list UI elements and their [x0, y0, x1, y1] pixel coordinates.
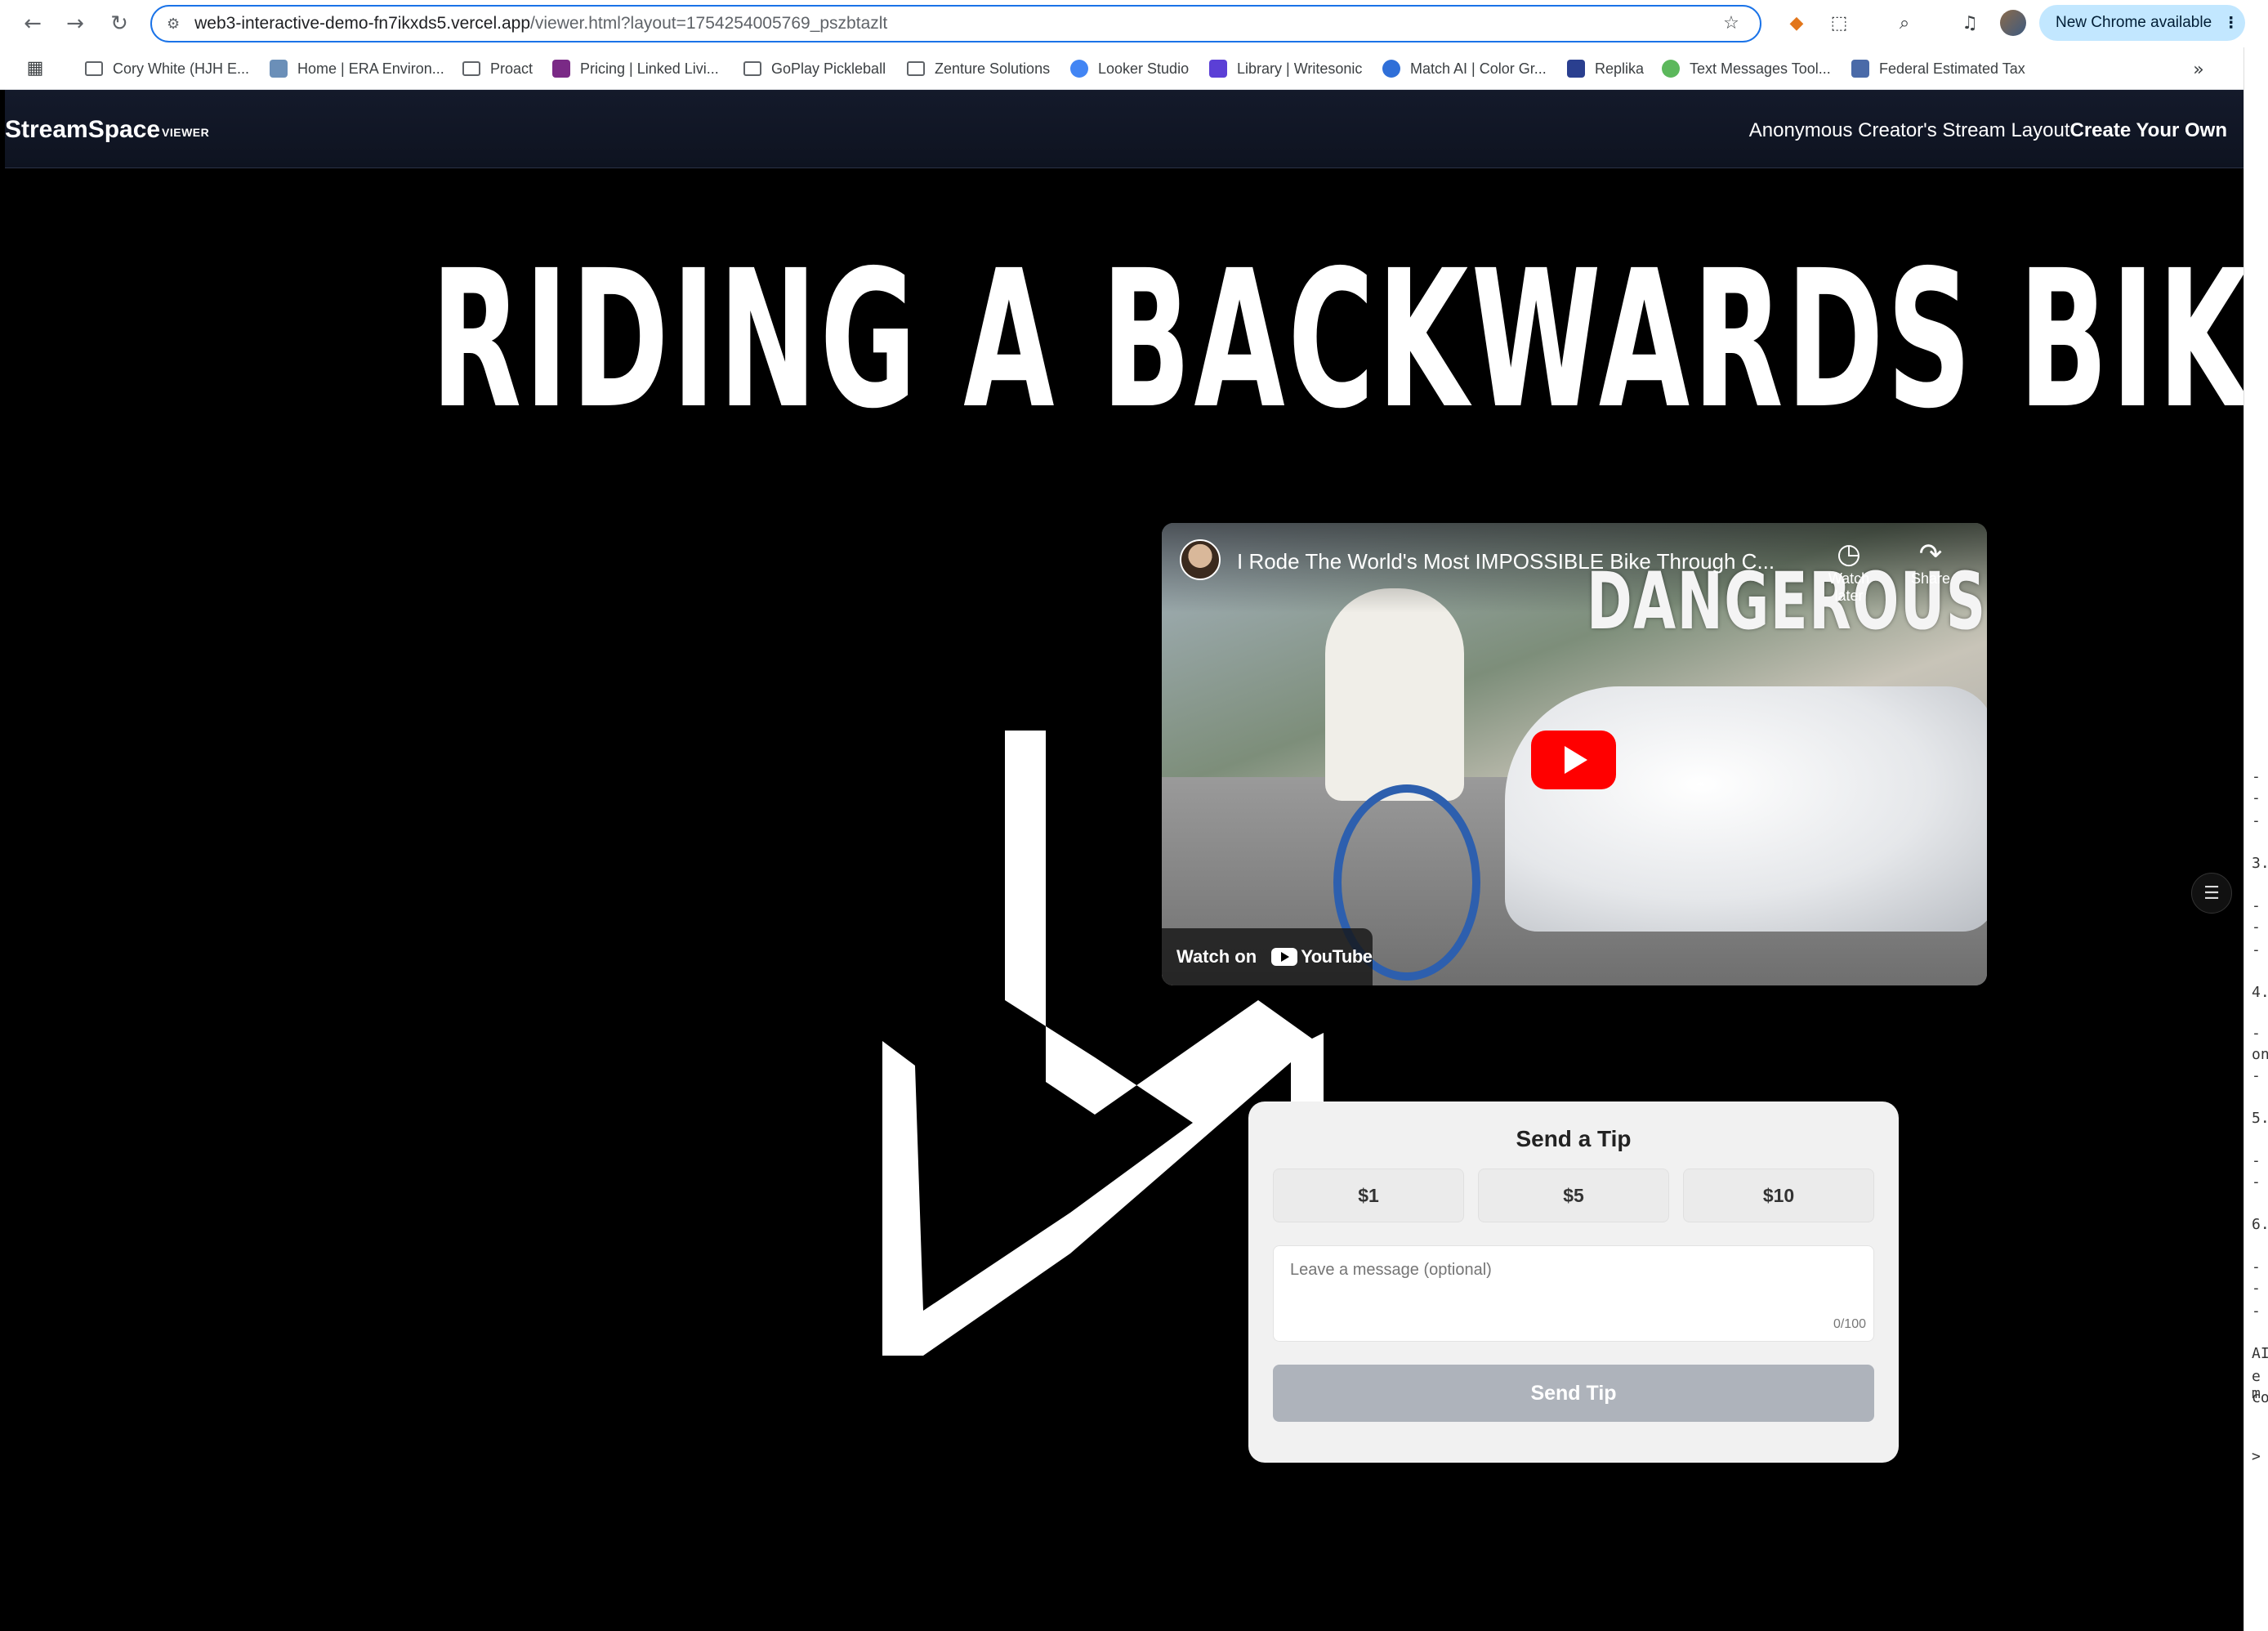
video-title[interactable]: I Rode The World's Most IMPOSSIBLE Bike … — [1237, 549, 1775, 574]
tip-message-input[interactable] — [1273, 1245, 1874, 1342]
side-panel-glyph: - — [2252, 812, 2261, 829]
brand-logo[interactable]: StreamSpace — [5, 116, 160, 144]
folder-icon — [907, 61, 925, 76]
kebab-menu-icon[interactable]: ⋮ — [2223, 14, 2239, 32]
video-thumbnail-car — [1505, 686, 1987, 932]
matchai-favicon — [1382, 60, 1400, 78]
bookmark-item[interactable]: Zenture Solutions — [907, 54, 1050, 83]
youtube-logo: YouTube — [1271, 946, 1373, 967]
reload-icon[interactable]: ↻ — [103, 7, 136, 40]
side-panel-glyph: > — [2252, 1448, 2261, 1465]
more-bookmarks-icon[interactable]: » — [2183, 54, 2214, 85]
watch-on-label: Watch on — [1176, 946, 1257, 967]
play-icon — [1565, 746, 1587, 774]
bookmark-item[interactable]: Replika — [1567, 54, 1644, 83]
url-host: web3-interactive-demo-fn7ikxds5.vercel.a… — [194, 14, 531, 33]
browser-toolbar: ← → ↻ ⚙ web3-interactive-demo-fn7ikxds5.… — [0, 0, 2268, 47]
chrome-update-label: New Chrome available — [2056, 14, 2212, 31]
bookmark-item[interactable]: Home | ERA Environ... — [270, 54, 444, 83]
bookmark-item[interactable]: Match AI | Color Gr... — [1382, 54, 1547, 83]
tip-amount-10-button[interactable]: $10 — [1683, 1169, 1874, 1222]
extensions-puzzle-icon[interactable]: ⬚ — [1824, 7, 1855, 38]
video-thumbnail-rider — [1325, 588, 1464, 801]
side-panel-glyph: - — [2252, 768, 2261, 785]
tip-amount-1-button[interactable]: $1 — [1273, 1169, 1464, 1222]
share-label: Share — [1910, 570, 1951, 587]
side-panel-glyph: - — [2252, 1280, 2261, 1297]
site-info-icon[interactable]: ⚙ — [167, 16, 180, 33]
side-panel-glyph: co — [2252, 1389, 2268, 1406]
side-panel-glyph: 3. — [2252, 855, 2268, 872]
bookmark-item[interactable]: Library | Writesonic — [1209, 54, 1362, 83]
linked-favicon — [552, 60, 570, 78]
side-panel-glyph: 5. — [2252, 1110, 2268, 1127]
side-panel-glyph: - — [2252, 1303, 2261, 1320]
side-panel-glyph: AI — [2252, 1345, 2268, 1362]
side-panel-glyph: on — [2252, 1046, 2268, 1063]
watch-later-button[interactable]: ◷ Watch later — [1820, 538, 1877, 605]
address-bar[interactable]: ⚙ web3-interactive-demo-fn7ikxds5.vercel… — [150, 5, 1761, 42]
bookmark-item[interactable]: Cory White (HJH E... — [85, 54, 249, 83]
header-right: Anonymous Creator's Stream LayoutCreate … — [1749, 119, 2227, 142]
bookmark-item[interactable]: Pricing | Linked Livi... — [552, 54, 719, 83]
metamask-extension-icon[interactable]: ◆ — [1781, 7, 1812, 38]
tip-widget: Send a Tip $1 $5 $10 0/100 Send Tip — [1248, 1101, 1899, 1463]
side-panel-glyph: - — [2252, 1152, 2261, 1169]
creator-layout-label: Anonymous Creator's Stream Layout — [1748, 119, 2070, 141]
bookmark-item[interactable]: Looker Studio — [1070, 54, 1189, 83]
folder-icon — [85, 61, 103, 76]
folder-icon — [743, 61, 761, 76]
bookmark-item[interactable]: Text Messages Tool... — [1662, 54, 1831, 83]
bookmark-item[interactable]: Proact — [462, 54, 533, 83]
youtube-embed[interactable]: DANGEROUS I Rode The World's Most IMPOSS… — [1162, 523, 1987, 985]
side-panel-glyph: 6. — [2252, 1216, 2268, 1233]
side-panel-glyph: - — [2252, 941, 2261, 958]
create-your-own-link[interactable]: Create Your Own — [2070, 119, 2228, 141]
share-arrow-icon: ↷ — [1918, 538, 1943, 570]
tip-amount-5-button[interactable]: $5 — [1478, 1169, 1669, 1222]
side-panel-glyph: - — [2252, 1173, 2261, 1191]
back-icon[interactable]: ← — [16, 7, 49, 40]
brand-tag: VIEWER — [162, 126, 210, 139]
side-panel-glyph: - — [2252, 789, 2261, 807]
side-panel-glyph: - — [2252, 897, 2261, 914]
media-controls-icon[interactable]: ♫ — [1954, 7, 1985, 38]
side-panel-glyph: - — [2252, 1067, 2261, 1084]
tax-favicon — [1851, 60, 1869, 78]
side-panel-glyph: - — [2252, 1025, 2261, 1042]
watch-on-youtube-link[interactable]: Watch on YouTube — [1162, 928, 1373, 985]
send-tip-button[interactable]: Send Tip — [1273, 1365, 1874, 1422]
writesonic-favicon — [1209, 60, 1227, 78]
youtube-play-icon — [1271, 948, 1298, 966]
bookmark-item[interactable]: GoPlay Pickleball — [743, 54, 886, 83]
looker-favicon — [1070, 60, 1088, 78]
bookmark-star-icon[interactable]: ☆ — [1716, 7, 1747, 38]
channel-avatar[interactable] — [1180, 539, 1221, 580]
profile-avatar[interactable] — [2000, 10, 2026, 36]
apps-grid-icon[interactable]: ▦ — [20, 52, 51, 83]
play-button[interactable] — [1531, 731, 1616, 789]
forward-icon[interactable]: → — [59, 7, 92, 40]
side-panel-glyph: - — [2252, 1258, 2261, 1276]
tip-title: Send a Tip — [1516, 1126, 1632, 1151]
stream-title: RIDING A BACKWARDS BIKE — [431, 230, 2268, 450]
url-path: /viewer.html?layout=1754254005769_pszbta… — [530, 14, 888, 33]
watch-later-label: Watch later — [1828, 570, 1870, 604]
side-panel-glyph: 4. — [2252, 984, 2268, 1001]
folder-icon — [462, 61, 480, 76]
replika-favicon — [1567, 60, 1585, 78]
clock-icon: ◷ — [1837, 538, 1861, 570]
share-button[interactable]: ↷ Share — [1902, 538, 1959, 588]
side-panel-glyph: - — [2252, 918, 2261, 936]
side-panel-toggle-icon[interactable]: ☰ — [2191, 873, 2232, 914]
tab-search-icon[interactable]: ⌕ — [1889, 7, 1920, 38]
text-favicon — [1662, 60, 1680, 78]
chrome-update-button[interactable]: New Chrome available ⋮ — [2039, 5, 2245, 41]
era-favicon — [270, 60, 288, 78]
tip-char-counter: 0/100 — [1833, 1317, 1866, 1331]
bookmark-item[interactable]: Federal Estimated Tax — [1851, 54, 2025, 83]
